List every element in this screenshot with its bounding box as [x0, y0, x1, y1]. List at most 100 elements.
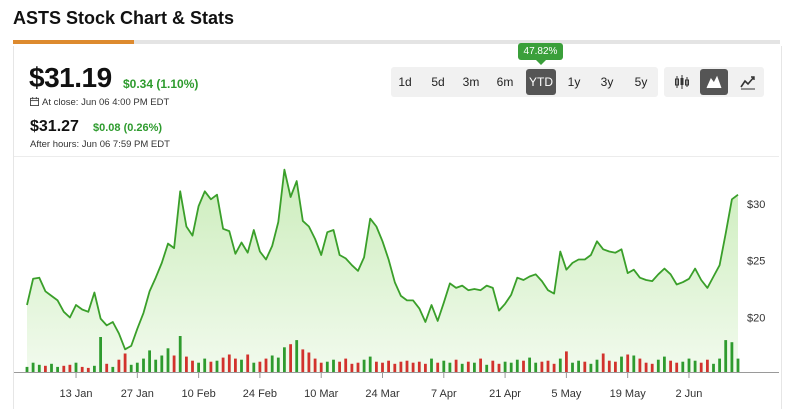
volume-bar [485, 364, 489, 372]
volume-bar [166, 348, 170, 372]
volume-bar [252, 362, 256, 372]
volume-bar [80, 366, 84, 372]
volume-bar [227, 354, 231, 372]
volume-bar [724, 340, 728, 372]
volume-bar [295, 340, 299, 372]
volume-bar [417, 361, 421, 372]
volume-bar [289, 344, 292, 372]
volume-bar [522, 360, 525, 372]
volume-bar [381, 362, 384, 372]
volume-bar [528, 357, 531, 372]
volume-bar [706, 359, 709, 372]
volume-bar [632, 355, 636, 372]
volume-bar [276, 357, 280, 372]
volume-bar [221, 357, 225, 372]
x-tick-label: 7 Apr [431, 388, 457, 400]
volume-bar [479, 358, 482, 372]
volume-bar [736, 358, 740, 372]
volume-bar [44, 365, 47, 372]
volume-bar [509, 362, 513, 372]
volume-bar [344, 358, 348, 372]
volume-bar [142, 358, 145, 372]
volume-bar [681, 361, 685, 372]
volume-bar [675, 362, 679, 372]
volume-bar [607, 360, 611, 372]
volume-bar [68, 364, 72, 372]
volume-bar [31, 362, 35, 372]
volume-bar [264, 358, 268, 372]
volume-bar [558, 358, 562, 372]
volume-bar [283, 347, 286, 372]
volume-bar [460, 363, 464, 372]
volume-bar [663, 356, 666, 372]
volume-bar [534, 362, 538, 372]
volume-bar [454, 359, 458, 372]
y-tick-label: $30 [747, 199, 765, 211]
volume-bar [111, 366, 115, 372]
volume-bar [332, 359, 335, 372]
volume-bar [74, 362, 78, 372]
y-tick-label: $25 [747, 256, 765, 268]
volume-bar [338, 361, 341, 372]
y-tick-label: $20 [747, 312, 765, 324]
volume-bar [240, 359, 243, 372]
volume-bar [191, 360, 194, 372]
volume-bar [105, 363, 109, 372]
volume-bar [620, 356, 623, 372]
volume-bar [712, 363, 715, 372]
volume-bar [650, 363, 654, 372]
volume-bar [25, 366, 29, 372]
volume-bar [466, 361, 470, 372]
volume-bar [185, 356, 188, 372]
volume-bar [197, 362, 200, 372]
volume-bar [246, 354, 250, 372]
volume-bar [546, 360, 550, 372]
x-tick-label: 19 May [610, 388, 647, 400]
volume-bar [368, 356, 372, 372]
volume-bar [638, 358, 642, 372]
volume-bar [565, 351, 568, 372]
volume-bar [160, 355, 164, 372]
volume-bar [491, 360, 495, 372]
volume-bar [50, 363, 53, 372]
volume-bar [99, 337, 102, 372]
volume-bar [595, 359, 599, 372]
x-tick-label: 24 Feb [243, 388, 277, 400]
volume-bar [215, 360, 219, 372]
volume-bar [117, 359, 121, 372]
x-tick-label: 27 Jan [121, 388, 154, 400]
volume-bar [718, 358, 721, 372]
volume-bar [699, 362, 703, 372]
volume-bar [178, 336, 182, 372]
volume-bar [313, 358, 317, 372]
volume-bar [154, 359, 158, 372]
volume-bar [448, 362, 452, 372]
volume-bar [614, 361, 617, 372]
volume-bar [497, 363, 501, 372]
volume-bar [436, 362, 440, 372]
volume-bar [424, 363, 427, 372]
volume-bar [393, 363, 397, 372]
volume-bar [172, 355, 176, 372]
volume-bar [540, 361, 544, 372]
volume-bar [515, 359, 519, 372]
volume-bar [209, 361, 213, 372]
x-tick-label: 2 Jun [676, 388, 703, 400]
volume-bar [307, 352, 311, 372]
x-tick-label: 24 Mar [365, 388, 400, 400]
volume-bar [56, 366, 59, 372]
price-chart: $30 $25 $20 13 Jan 27 Jan 10 Feb 24 Feb 10 Mar 2… [14, 168, 779, 400]
volume-bar [319, 362, 323, 372]
volume-bar [362, 359, 366, 372]
volume-bar [375, 361, 378, 372]
volume-bar [399, 361, 403, 372]
volume-bar [129, 364, 133, 372]
volume-bar [626, 354, 630, 372]
volume-bar [135, 362, 139, 372]
volume-bar [552, 363, 556, 372]
x-tick-label: 21 Apr [489, 388, 521, 400]
volume-bar [86, 367, 90, 372]
volume-bar [730, 342, 734, 372]
volume-bar [258, 361, 262, 372]
volume-bar [693, 360, 697, 372]
